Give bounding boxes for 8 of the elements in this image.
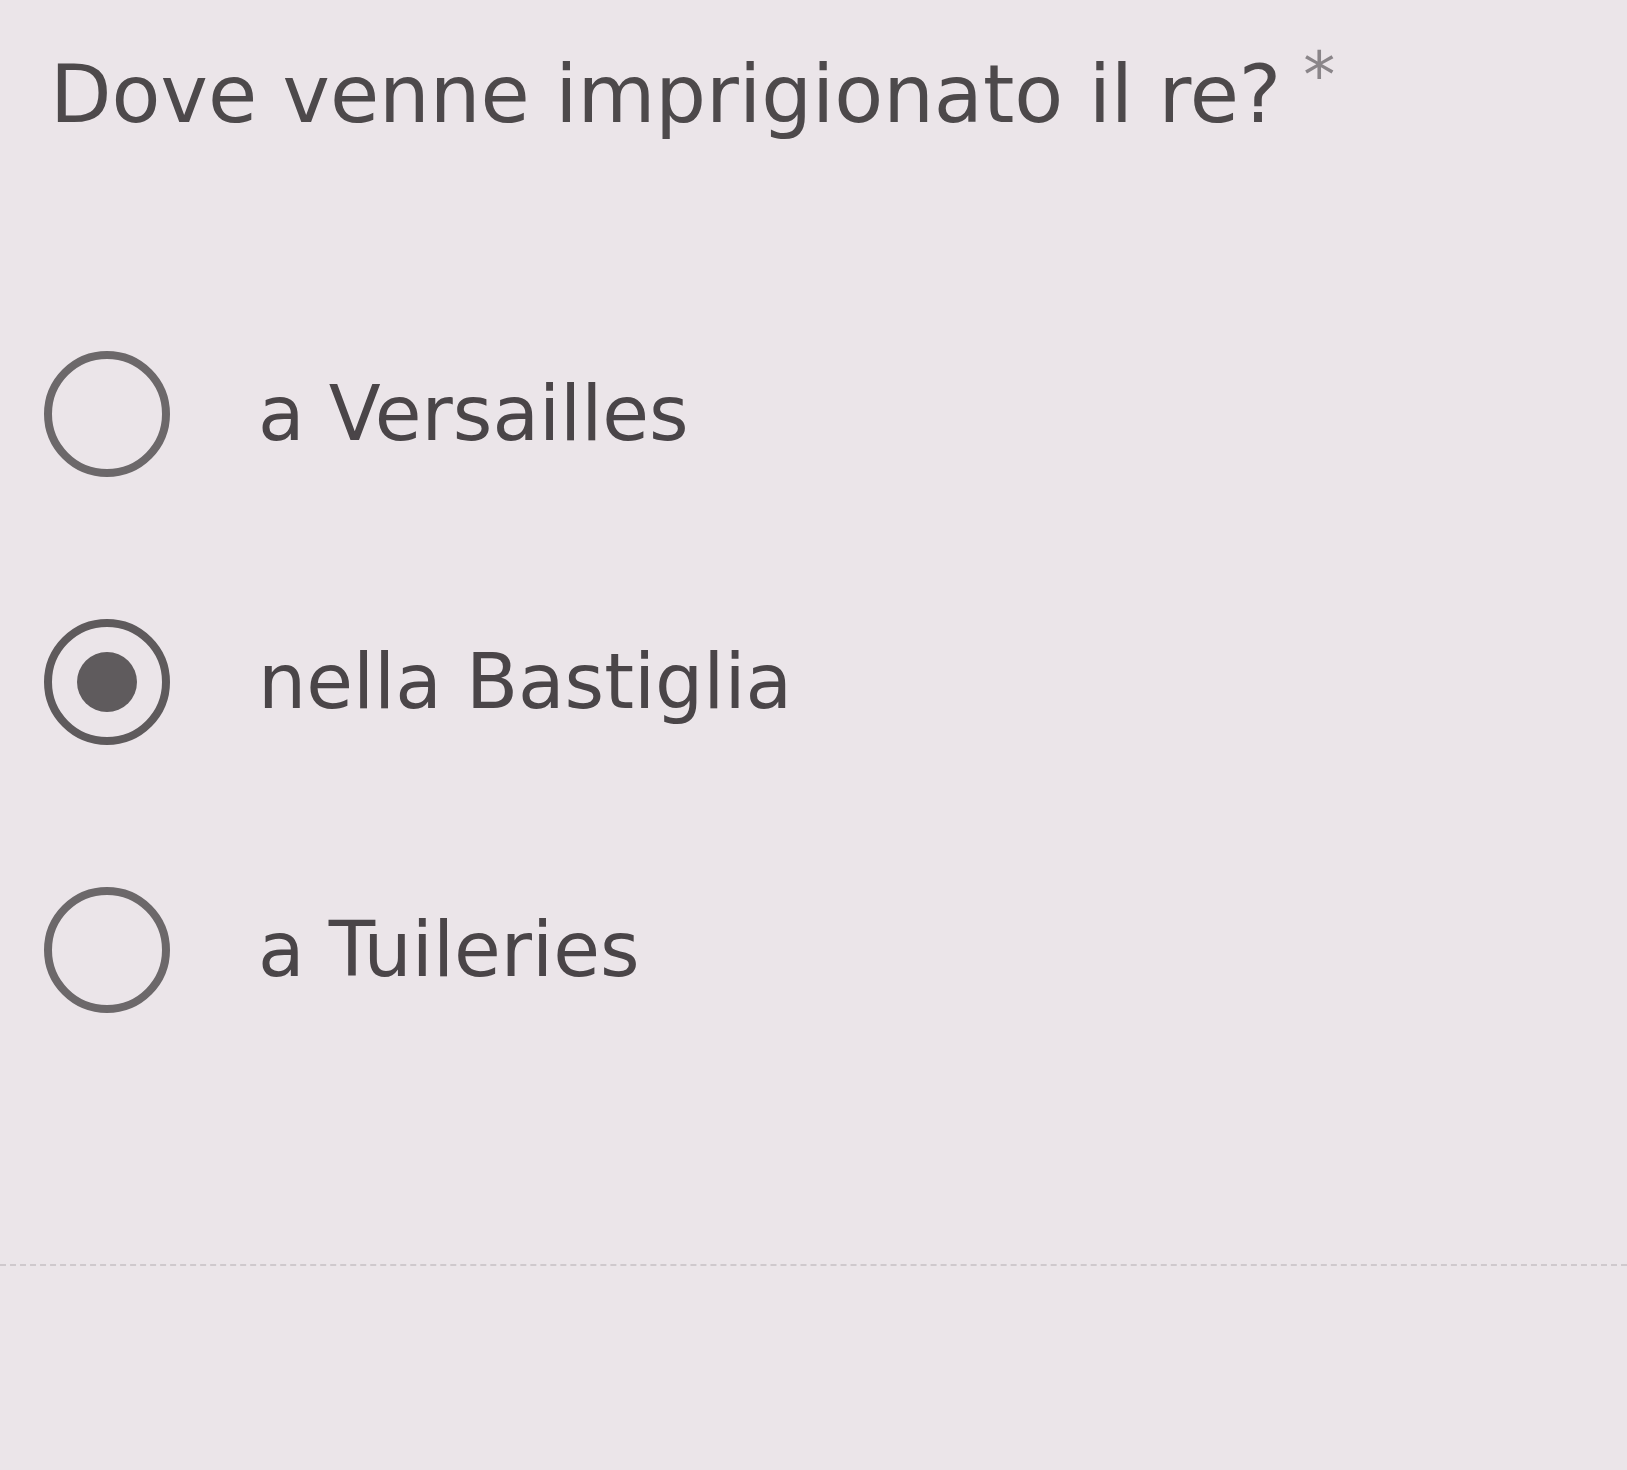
radio-button[interactable]	[44, 887, 170, 1013]
radio-button[interactable]	[44, 619, 170, 745]
question-title: Dove venne imprigionato il re?	[50, 47, 1282, 143]
radio-button[interactable]	[44, 351, 170, 477]
option-label: a Versailles	[258, 368, 689, 460]
option-label: nella Bastiglia	[258, 636, 793, 728]
option-label: a Tuileries	[258, 904, 640, 996]
required-mark: *	[1303, 40, 1336, 110]
